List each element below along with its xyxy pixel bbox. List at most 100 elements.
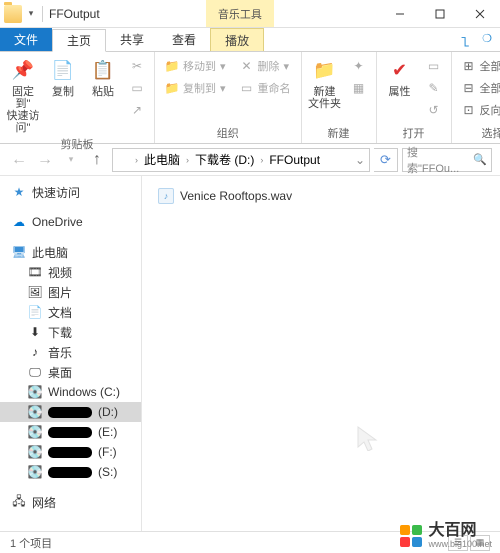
tab-view[interactable]: 查看 xyxy=(158,28,210,51)
shortcut-icon: ↗ xyxy=(130,103,144,117)
tree-quick-access[interactable]: ★快速访问 xyxy=(0,182,141,202)
tree-documents[interactable]: 📄文档 xyxy=(0,302,141,322)
pc-icon: 🖥 xyxy=(12,245,26,259)
tree-drive-d[interactable]: 💽(D:) xyxy=(0,402,141,422)
file-list[interactable]: ♪ Venice Rooftops.wav xyxy=(142,176,500,531)
chevron-right-icon[interactable]: › xyxy=(184,155,191,165)
cloud-icon: ☁ xyxy=(12,215,26,229)
close-button[interactable] xyxy=(460,0,500,28)
breadcrumb-drive-d[interactable]: 下载卷 (D:) xyxy=(193,151,256,168)
breadcrumb-ffoutput[interactable]: FFOutput xyxy=(267,153,322,167)
tree-pictures[interactable]: 🖼图片 xyxy=(0,282,141,302)
edit-icon: ✎ xyxy=(427,81,441,95)
copy-icon: 📄 xyxy=(49,56,77,84)
document-icon: 📄 xyxy=(28,305,42,319)
title-bar: ▾ FFOutput 音乐工具 xyxy=(0,0,500,28)
back-button[interactable]: ← xyxy=(8,149,30,171)
drive-icon: 💽 xyxy=(28,445,42,459)
forward-button[interactable]: → xyxy=(34,149,56,171)
copy-to-button[interactable]: 📁复制到 ▾ xyxy=(161,78,230,98)
tree-music[interactable]: ♪音乐 xyxy=(0,342,141,362)
chevron-right-icon[interactable]: › xyxy=(258,155,265,165)
paste-shortcut-button[interactable]: ↗ xyxy=(126,100,148,120)
tab-file[interactable]: 文件 xyxy=(0,28,52,51)
new-item-button[interactable]: ✦ xyxy=(348,56,370,76)
group-organize-label: 组织 xyxy=(161,123,295,143)
help-icon[interactable]: ❍ xyxy=(482,32,492,45)
watermark-logo-icon xyxy=(400,525,422,547)
tree-network[interactable]: 🖧网络 xyxy=(0,492,141,512)
tree-drive-s[interactable]: 💽(S:) xyxy=(0,462,141,482)
breadcrumb-thispc[interactable]: 此电脑 xyxy=(142,151,182,168)
properties-icon: ✔ xyxy=(386,56,414,84)
copy-label: 复制 xyxy=(52,86,74,98)
ribbon-collapse-icon[interactable]: ㇅ xyxy=(459,32,472,51)
redacted-label xyxy=(48,407,92,418)
file-name: Venice Rooftops.wav xyxy=(180,189,292,203)
maximize-button[interactable] xyxy=(420,0,460,28)
paste-button[interactable]: 📋 粘贴 xyxy=(86,56,120,98)
pin-quick-access-button[interactable]: 📌 固定到" 快速访问" xyxy=(6,56,40,134)
tree-downloads[interactable]: ⬇下载 xyxy=(0,322,141,342)
move-to-button[interactable]: 📁移动到 ▾ xyxy=(161,56,230,76)
separator xyxy=(42,6,43,22)
invert-selection-button[interactable]: ⊡反向选择 xyxy=(458,100,500,120)
tree-videos[interactable]: 🎞视频 xyxy=(0,262,141,282)
tree-this-pc[interactable]: 🖥此电脑 xyxy=(0,242,141,262)
rename-button[interactable]: ▭重命名 xyxy=(236,78,295,98)
select-none-button[interactable]: ⊟全部取消 xyxy=(458,78,500,98)
content-area: ★快速访问 ☁OneDrive 🖥此电脑 🎞视频 🖼图片 📄文档 ⬇下载 ♪音乐… xyxy=(0,176,500,531)
new-folder-icon: 📁 xyxy=(311,56,339,84)
properties-label: 属性 xyxy=(389,86,411,98)
cut-button[interactable]: ✂ xyxy=(126,56,148,76)
new-folder-button[interactable]: 📁 新建 文件夹 xyxy=(308,56,342,110)
chevron-right-icon[interactable]: › xyxy=(133,155,140,165)
select-all-icon: ⊞ xyxy=(462,59,476,73)
address-dropdown-icon[interactable]: ⌄ xyxy=(355,153,365,167)
easy-access-button[interactable]: ▦ xyxy=(348,78,370,98)
history-button[interactable]: ↺ xyxy=(423,100,445,120)
properties-button[interactable]: ✔ 属性 xyxy=(383,56,417,98)
search-input[interactable]: 搜索"FFOu... 🔍 xyxy=(402,148,492,172)
minimize-icon xyxy=(395,9,405,19)
select-none-icon: ⊟ xyxy=(462,81,476,95)
tree-drive-f[interactable]: 💽(F:) xyxy=(0,442,141,462)
maximize-icon xyxy=(435,9,445,19)
tree-drive-e[interactable]: 💽(E:) xyxy=(0,422,141,442)
close-icon xyxy=(475,9,485,19)
tree-desktop[interactable]: 🖵桌面 xyxy=(0,362,141,382)
paste-label: 粘贴 xyxy=(92,86,114,98)
search-icon: 🔍 xyxy=(473,153,487,166)
cut-icon: ✂ xyxy=(130,59,144,73)
redacted-label xyxy=(48,467,92,478)
drive-icon: 💽 xyxy=(28,465,42,479)
group-clipboard: 📌 固定到" 快速访问" 📄 复制 📋 粘贴 ✂ ▭ ↗ 剪贴板 xyxy=(0,52,155,143)
copy-path-button[interactable]: ▭ xyxy=(126,78,148,98)
tab-play[interactable]: 播放 xyxy=(210,28,264,51)
copy-button[interactable]: 📄 复制 xyxy=(46,56,80,98)
address-bar[interactable]: › 此电脑 › 下载卷 (D:) › FFOutput ⌄ xyxy=(112,148,370,172)
edit-button[interactable]: ✎ xyxy=(423,78,445,98)
address-folder-icon xyxy=(117,154,131,166)
history-icon: ↺ xyxy=(427,103,441,117)
tree-drive-c[interactable]: 💽Windows (C:) xyxy=(0,382,141,402)
recent-locations-button[interactable]: ▾ xyxy=(60,149,82,171)
file-item[interactable]: ♪ Venice Rooftops.wav xyxy=(156,186,486,206)
refresh-button[interactable]: ⟳ xyxy=(374,148,398,172)
tree-onedrive[interactable]: ☁OneDrive xyxy=(0,212,141,232)
item-count: 1 个项目 xyxy=(10,535,52,551)
window-title: FFOutput xyxy=(49,7,100,21)
up-button[interactable]: ↑ xyxy=(86,149,108,171)
qat-dropdown-icon[interactable]: ▾ xyxy=(26,8,36,19)
select-all-button[interactable]: ⊞全部选择 xyxy=(458,56,500,76)
pin-icon: 📌 xyxy=(9,56,37,84)
delete-button[interactable]: ✕删除 ▾ xyxy=(236,56,295,76)
redacted-label xyxy=(48,447,92,458)
tab-share[interactable]: 共享 xyxy=(106,28,158,51)
drive-icon: 💽 xyxy=(28,425,42,439)
context-tab-music[interactable]: 音乐工具 xyxy=(206,0,274,27)
tab-home[interactable]: 主页 xyxy=(52,29,106,52)
minimize-button[interactable] xyxy=(380,0,420,28)
desktop-icon: 🖵 xyxy=(28,365,42,379)
open-button[interactable]: ▭ xyxy=(423,56,445,76)
